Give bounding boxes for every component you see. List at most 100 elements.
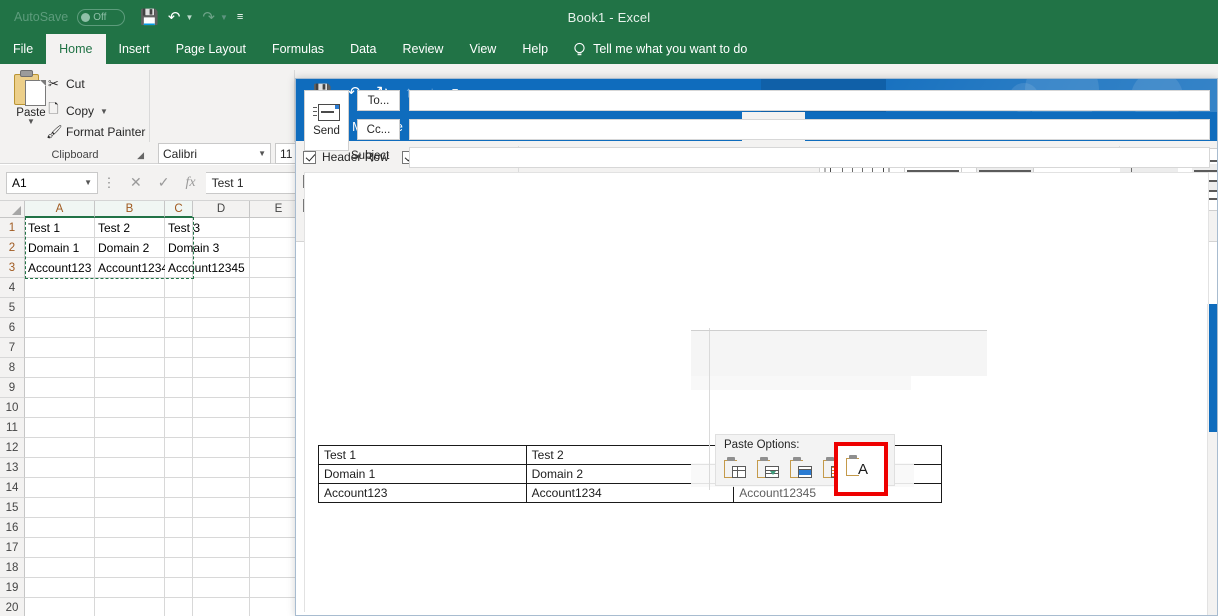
excel-tab-formulas[interactable]: Formulas bbox=[259, 34, 337, 64]
cut-button[interactable]: ✂ Cut bbox=[46, 76, 85, 92]
grid-cell[interactable] bbox=[193, 598, 250, 616]
grid-cell[interactable] bbox=[25, 578, 95, 598]
excel-tab-home[interactable]: Home bbox=[46, 34, 106, 64]
excel-tab-insert[interactable]: Insert bbox=[106, 34, 163, 64]
cell-b1[interactable]: Test 2 bbox=[96, 218, 165, 238]
row-header-2[interactable]: 2 bbox=[0, 238, 25, 258]
grid-cell[interactable] bbox=[25, 458, 95, 478]
grid-cell[interactable] bbox=[25, 378, 95, 398]
grid-cell[interactable] bbox=[95, 418, 165, 438]
redo-dropdown-icon[interactable]: ▼ bbox=[220, 13, 228, 22]
format-painter-button[interactable]: 🖌 Format Painter bbox=[46, 124, 145, 140]
cancel-icon[interactable]: ✕ bbox=[130, 174, 142, 191]
row-header-8[interactable]: 8 bbox=[0, 358, 25, 378]
grid-cell[interactable] bbox=[25, 498, 95, 518]
undo-dropdown-icon[interactable]: ▼ bbox=[185, 13, 193, 22]
grid-cell[interactable] bbox=[193, 398, 250, 418]
paste-option-use-destination-styles[interactable] bbox=[755, 455, 781, 481]
row-header-9[interactable]: 9 bbox=[0, 378, 25, 398]
grid-cell[interactable] bbox=[165, 558, 193, 578]
grid-cell[interactable] bbox=[95, 398, 165, 418]
grid-cell[interactable] bbox=[165, 378, 193, 398]
redo-icon[interactable]: ↷ bbox=[202, 10, 215, 25]
row-header-13[interactable]: 13 bbox=[0, 458, 25, 478]
grid-cell[interactable] bbox=[193, 318, 250, 338]
undo-icon[interactable]: ↶ bbox=[168, 10, 181, 25]
row-header-20[interactable]: 20 bbox=[0, 598, 25, 616]
checkbox-box[interactable] bbox=[303, 150, 316, 164]
cell-b2[interactable]: Domain 2 bbox=[96, 238, 165, 258]
grid-cell[interactable] bbox=[95, 498, 165, 518]
font-name-input[interactable]: Calibri ▼ bbox=[158, 143, 271, 164]
chevron-down-icon[interactable]: ▼ bbox=[84, 178, 92, 187]
grid-cell[interactable] bbox=[95, 518, 165, 538]
send-button[interactable]: Send bbox=[304, 90, 349, 151]
autosave-toggle[interactable]: Off bbox=[77, 8, 126, 26]
grid-cell[interactable] bbox=[25, 318, 95, 338]
excel-tab-data[interactable]: Data bbox=[337, 34, 389, 64]
grid-cell[interactable] bbox=[165, 438, 193, 458]
cell-c1[interactable]: Test 3 bbox=[166, 218, 246, 238]
row-header-16[interactable]: 16 bbox=[0, 518, 25, 538]
excel-tab-review[interactable]: Review bbox=[389, 34, 456, 64]
grid-cell[interactable] bbox=[165, 418, 193, 438]
copy-button[interactable]: 🗋 Copy ▼ bbox=[46, 100, 109, 122]
clipboard-dialog-launcher[interactable]: ◢ bbox=[137, 150, 144, 161]
grid-cell[interactable] bbox=[193, 378, 250, 398]
row-header-17[interactable]: 17 bbox=[0, 538, 25, 558]
cell-c2[interactable]: Domain 3 bbox=[166, 238, 256, 258]
row-header-18[interactable]: 18 bbox=[0, 558, 25, 578]
cc-input[interactable] bbox=[409, 119, 1210, 140]
row-header-1[interactable]: 1 bbox=[0, 218, 25, 238]
grid-cell[interactable] bbox=[193, 578, 250, 598]
paste-option-link-and-keep-source-formatting[interactable] bbox=[788, 455, 814, 481]
row-header-14[interactable]: 14 bbox=[0, 478, 25, 498]
insert-function-icon[interactable]: fx bbox=[185, 175, 195, 191]
grid-cell[interactable] bbox=[193, 458, 250, 478]
grid-cell[interactable] bbox=[193, 338, 250, 358]
grid-cell[interactable] bbox=[193, 518, 250, 538]
grid-cell[interactable] bbox=[165, 298, 193, 318]
confirm-icon[interactable]: ✓ bbox=[158, 174, 170, 191]
grid-cell[interactable] bbox=[165, 318, 193, 338]
grid-cell[interactable] bbox=[25, 538, 95, 558]
grid-cell[interactable] bbox=[25, 298, 95, 318]
grid-cell[interactable] bbox=[95, 538, 165, 558]
excel-tab-help[interactable]: Help bbox=[509, 34, 561, 64]
excel-quick-access-toolbar[interactable]: AutoSave Off 💾 ↶ ▼ ↷ ▼ ≡ bbox=[14, 5, 243, 29]
table-cell-r3c1[interactable]: Account123 bbox=[318, 483, 527, 503]
column-header-d[interactable]: D bbox=[193, 201, 250, 218]
grid-cell[interactable] bbox=[193, 538, 250, 558]
table-cell-r1c2[interactable]: Test 2 bbox=[525, 445, 735, 465]
chevron-down-icon[interactable]: ▼ bbox=[258, 149, 266, 158]
grid-cell[interactable] bbox=[193, 358, 250, 378]
grid-cell[interactable] bbox=[95, 478, 165, 498]
body-scrollbar[interactable] bbox=[1207, 304, 1217, 615]
scrollbar-thumb[interactable] bbox=[1209, 304, 1217, 432]
column-header-a[interactable]: A bbox=[25, 201, 95, 218]
to-input[interactable] bbox=[409, 90, 1210, 111]
customize-quick-access-icon[interactable]: ≡ bbox=[237, 11, 243, 23]
cc-button[interactable]: Cc... bbox=[357, 119, 400, 140]
grid-cell[interactable] bbox=[165, 498, 193, 518]
grid-cell[interactable] bbox=[25, 518, 95, 538]
grid-cell[interactable] bbox=[95, 338, 165, 358]
save-icon[interactable]: 💾 bbox=[140, 10, 159, 25]
grid-cell[interactable] bbox=[25, 338, 95, 358]
grid-cell[interactable] bbox=[193, 478, 250, 498]
paste-option-keep-source-formatting[interactable] bbox=[722, 455, 748, 481]
column-header-c[interactable]: C bbox=[165, 201, 193, 218]
grid-cell[interactable] bbox=[25, 418, 95, 438]
row-header-3[interactable]: 3 bbox=[0, 258, 25, 278]
row-header-15[interactable]: 15 bbox=[0, 498, 25, 518]
cell-a1[interactable]: Test 1 bbox=[26, 218, 95, 238]
excel-tab-file[interactable]: File bbox=[0, 34, 46, 64]
excel-tell-me-box[interactable]: Tell me what you want to do bbox=[561, 34, 759, 64]
row-header-10[interactable]: 10 bbox=[0, 398, 25, 418]
grid-cell[interactable] bbox=[95, 578, 165, 598]
excel-tab-page-layout[interactable]: Page Layout bbox=[163, 34, 259, 64]
grid-cell[interactable] bbox=[165, 278, 193, 298]
excel-tab-view[interactable]: View bbox=[456, 34, 509, 64]
message-body[interactable]: Test 1 Test 2 Test 3 Domain 1 Domain 2 D… bbox=[304, 172, 1209, 612]
grid-cell[interactable] bbox=[25, 478, 95, 498]
